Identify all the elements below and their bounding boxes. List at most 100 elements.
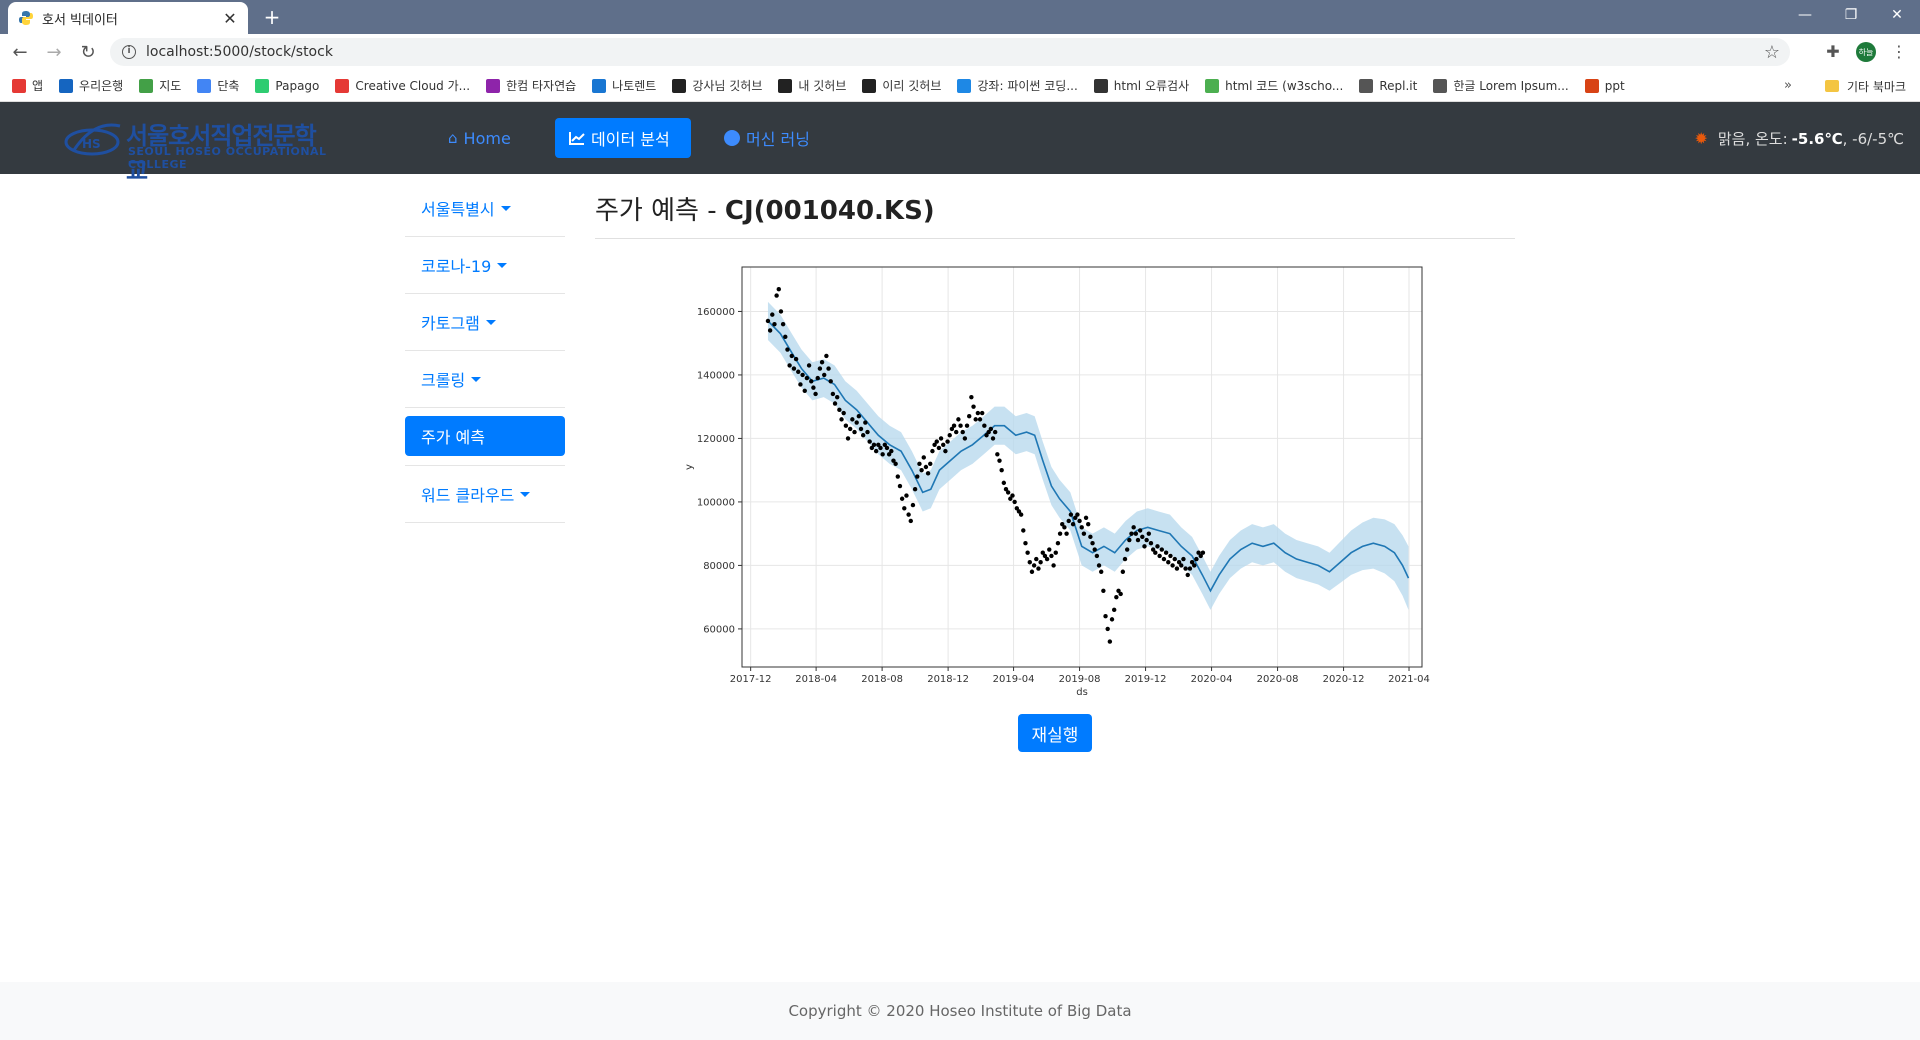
actual-data-point bbox=[1148, 540, 1154, 546]
actual-data-point bbox=[1090, 540, 1095, 546]
bookmark-item[interactable]: html 오류검사 bbox=[1093, 77, 1189, 94]
actual-data-point bbox=[947, 433, 952, 438]
actual-data-point bbox=[1103, 614, 1108, 619]
actual-data-point bbox=[860, 433, 866, 438]
extensions-icon[interactable]: ✚ bbox=[1820, 38, 1846, 64]
bookmark-item[interactable]: 한글 Lorem Ipsum... bbox=[1433, 77, 1569, 94]
actual-data-point bbox=[1120, 569, 1126, 574]
sidebar-item[interactable]: 크롤링 bbox=[405, 351, 565, 408]
bookmark-favicon-icon bbox=[255, 78, 270, 93]
bookmark-label: 이리 깃허브 bbox=[882, 79, 942, 93]
bookmark-label: Papago bbox=[275, 78, 320, 93]
bookmark-item[interactable]: html 코드 (w3scho... bbox=[1205, 77, 1343, 94]
bookmark-item[interactable]: Papago bbox=[255, 78, 320, 93]
bookmark-item[interactable]: Repl.it bbox=[1359, 78, 1417, 93]
sidebar-item[interactable]: 카토그램 bbox=[405, 294, 565, 351]
bookmark-item[interactable]: ppt bbox=[1584, 78, 1625, 93]
bookmark-item[interactable]: 강사님 깃허브 bbox=[672, 77, 762, 94]
actual-data-point bbox=[802, 388, 807, 394]
bookmark-item[interactable]: 내 깃허브 bbox=[778, 77, 846, 94]
college-logo[interactable]: HS 서울호서직업전문학교 SEOUL HOSEO OCCUPATIONAL C… bbox=[64, 116, 334, 185]
actual-data-point bbox=[1174, 566, 1180, 571]
tab-title: 호서 빅데이터 bbox=[42, 12, 118, 28]
browser-tab-strip: 호서 빅데이터 ✕ + — ❐ ✕ bbox=[0, 0, 1920, 34]
nav-data-analysis[interactable]: 데이터 분석 bbox=[555, 118, 691, 158]
forward-icon[interactable]: → bbox=[40, 38, 68, 66]
browser-tab[interactable]: 호서 빅데이터 ✕ bbox=[8, 2, 248, 34]
other-bookmarks[interactable]: 기타 북마크 bbox=[1824, 70, 1906, 102]
bookmark-item[interactable]: 지도 bbox=[139, 77, 181, 94]
rerun-button[interactable]: 재실행 bbox=[1018, 714, 1092, 752]
bookmark-item[interactable]: 이리 깃허브 bbox=[862, 77, 941, 94]
actual-data-point bbox=[964, 423, 970, 428]
nav-machine-learning[interactable]: 머신 러닝 bbox=[710, 118, 824, 158]
actual-data-point bbox=[1146, 531, 1152, 536]
actual-data-point bbox=[815, 375, 820, 381]
actual-data-point bbox=[1077, 518, 1082, 524]
bookmark-item[interactable]: 강좌: 파이썬 코딩... bbox=[957, 77, 1078, 94]
sidebar: 서울특별시 코로나-19 카토그램크롤링주가 예측워드 클라우드 bbox=[405, 180, 565, 523]
actual-data-point bbox=[1142, 544, 1147, 549]
url-input[interactable]: i localhost:5000/stock/stock ☆ bbox=[110, 38, 1790, 66]
sidebar-item-label: 카토그램 bbox=[421, 314, 480, 333]
actual-data-point bbox=[1181, 556, 1186, 562]
actual-data-point bbox=[902, 506, 907, 511]
actual-data-point bbox=[1107, 639, 1113, 644]
actual-data-point bbox=[1083, 515, 1089, 520]
y-axis-label: y bbox=[684, 464, 695, 470]
actual-data-point bbox=[1036, 566, 1041, 571]
bookmark-item[interactable]: 한컴 타자연습 bbox=[486, 77, 576, 94]
actual-data-point bbox=[811, 385, 816, 390]
tab-close-icon[interactable]: ✕ bbox=[222, 9, 238, 28]
site-info-icon[interactable]: i bbox=[122, 45, 136, 59]
sidebar-item[interactable]: 코로나-19 bbox=[405, 237, 565, 294]
actual-data-point bbox=[1066, 518, 1071, 524]
bookmarks-overflow-icon[interactable]: » bbox=[1784, 78, 1792, 93]
bookmark-favicon-icon bbox=[197, 78, 212, 93]
back-icon[interactable]: ← bbox=[6, 38, 34, 66]
sidebar-item[interactable]: 주가 예측 bbox=[405, 416, 565, 456]
actual-data-point bbox=[1118, 591, 1123, 597]
bookmark-favicon-icon bbox=[12, 78, 26, 93]
sidebar-item[interactable]: 서울특별시 bbox=[405, 180, 565, 237]
svg-text:HS: HS bbox=[82, 137, 101, 151]
nav-home[interactable]: ⌂ Home bbox=[434, 118, 525, 158]
stock-forecast-chart: 2017-12 2018-04 2018-08 2018-12 2019-04 2019-… bbox=[684, 266, 1430, 698]
actual-data-point bbox=[873, 448, 879, 454]
actual-data-point bbox=[770, 312, 775, 317]
minimize-icon[interactable]: — bbox=[1782, 0, 1828, 30]
actual-data-point bbox=[1057, 531, 1063, 536]
bookmark-label: Creative Cloud 가... bbox=[355, 79, 471, 93]
bookmark-favicon-icon bbox=[1205, 78, 1220, 93]
actual-data-point bbox=[806, 363, 812, 368]
actual-data-point bbox=[1122, 556, 1128, 562]
actual-data-point bbox=[1001, 480, 1007, 486]
actual-data-point bbox=[1109, 617, 1115, 622]
actual-data-point bbox=[845, 436, 851, 441]
actual-data-point bbox=[1155, 544, 1160, 549]
bookmark-item[interactable]: 앱 bbox=[12, 77, 43, 94]
bookmark-star-icon[interactable]: ☆ bbox=[1764, 42, 1780, 63]
sidebar-item[interactable]: 워드 클라우드 bbox=[405, 466, 565, 523]
bookmark-item[interactable]: Creative Cloud 가... bbox=[335, 77, 470, 94]
actual-data-point bbox=[1088, 534, 1093, 540]
bookmark-label: 우리은행 bbox=[79, 79, 124, 93]
window-close-icon[interactable]: ✕ bbox=[1874, 0, 1920, 30]
new-tab-icon[interactable]: + bbox=[260, 5, 284, 29]
actual-data-point bbox=[1070, 521, 1076, 527]
actual-data-point bbox=[793, 356, 799, 362]
bookmark-item[interactable]: 우리은행 bbox=[59, 77, 123, 94]
menu-kebab-icon[interactable]: ⋮ bbox=[1886, 38, 1912, 64]
bookmark-label: 강사님 깃허브 bbox=[692, 79, 763, 93]
bookmark-item[interactable]: 단축 bbox=[197, 77, 239, 94]
reload-icon[interactable]: ↻ bbox=[74, 38, 102, 66]
actual-data-point bbox=[945, 439, 950, 444]
actual-data-point bbox=[1096, 563, 1102, 568]
actual-data-point bbox=[789, 353, 794, 359]
bookmark-item[interactable]: 나토렌트 bbox=[592, 77, 656, 94]
bookmark-favicon-icon bbox=[335, 78, 350, 93]
restore-icon[interactable]: ❐ bbox=[1828, 0, 1874, 30]
actual-data-point bbox=[1101, 588, 1106, 594]
profile-avatar[interactable]: 하늘 bbox=[1856, 42, 1876, 62]
x-tick-label: 2020-04 bbox=[1191, 674, 1233, 685]
